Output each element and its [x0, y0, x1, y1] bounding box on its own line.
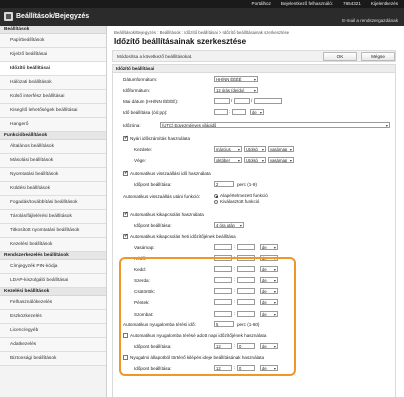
sidebar-item-store-access[interactable]: Tárolás/fájlelérési beállítások — [0, 210, 106, 224]
panel-title: Időzítő beállításai — [113, 65, 395, 73]
date-day-input[interactable] — [234, 98, 250, 104]
sunday-hour-input[interactable] — [214, 244, 232, 250]
info-bar: Módosítsa a következő beállításokat. OK … — [112, 50, 396, 62]
header: Beállítások/Bejegyzés E-mail a rendszerg… — [0, 8, 404, 26]
sidebar-item-accessibility[interactable]: Kisegítő lehetőségek beállításai — [0, 104, 106, 118]
sidebar-item-print[interactable]: Nyomtatási beállítások — [0, 168, 106, 182]
settings-logo-icon — [4, 12, 13, 21]
radio-selected-label: Kiválasztott funkció — [220, 199, 260, 204]
sidebar-item-network[interactable]: Hálózati beállítások — [0, 76, 106, 90]
sidebar-item-display[interactable]: Kijelző beállításai — [0, 48, 106, 62]
auto-reset-time-label: Időpont beállítása: — [134, 182, 172, 187]
dst-end-month-select[interactable]: október — [214, 157, 242, 163]
current-time-label: Idő beállítása (óó:pp): — [123, 110, 168, 115]
email-admin-link[interactable]: E-mail a rendszergazdának — [342, 17, 398, 25]
after-reset-label: Automatikus visszaállás utáni funkció: — [123, 194, 201, 199]
auto-reset-checkbox[interactable] — [123, 170, 128, 176]
login-user-label: Bejelentkező felhasználó: — [280, 1, 334, 6]
sunday-ampm-select[interactable]: de — [260, 244, 278, 250]
current-date-label: Mai dátum (HH/NN ÉÉÉÉ): — [123, 99, 179, 104]
auto-reset-input[interactable]: 2 — [214, 181, 234, 187]
dst-end-label: Vége: — [134, 158, 147, 163]
sidebar-item-security[interactable]: Biztonsági beállítások — [0, 352, 106, 366]
sidebar-item-user-management[interactable]: Felhasználókezelés — [0, 296, 106, 310]
time-format-label: Időformátum: — [123, 88, 151, 93]
sidebar-item-copy[interactable]: Másolási beállítások — [0, 154, 106, 168]
auto-off-select[interactable]: 4 óra után — [214, 222, 244, 228]
sidebar-section: Rendszerkezelés beállítások — [0, 252, 106, 260]
radio-default-label: Alapértelmezett funkció — [220, 193, 268, 198]
cancel-button[interactable]: Mégse — [361, 52, 395, 61]
page-title: Időzítő beállításainak szerkesztése — [114, 37, 247, 46]
app-brand: Beállítások/Bejegyzés — [4, 12, 89, 21]
dst-start-day-select[interactable]: vasárnap — [268, 146, 294, 152]
time-ampm-select[interactable]: de — [250, 109, 264, 115]
portal-link[interactable]: Portálhoz — [252, 1, 271, 6]
sidebar-section: Funkcióbeállítások — [0, 132, 106, 140]
weekly-timer-highlight — [119, 257, 296, 376]
sidebar-item-paper[interactable]: Papírbeállítások — [0, 34, 106, 48]
sidebar-section: Kezelési beállítások — [0, 288, 106, 296]
info-message: Módosítsa a következő beállításokat. — [117, 54, 193, 59]
sunday-minute-input[interactable] — [237, 244, 255, 250]
date-format-select[interactable]: HH/NN ÉÉÉÉ — [214, 76, 258, 82]
dst-start-label: Kezdete: — [134, 147, 153, 152]
auto-reset-label: Automatikus visszaállási idő használata — [130, 171, 211, 176]
day-label-sunday: Vasárnap: — [134, 245, 155, 250]
sidebar-item-timer[interactable]: Időzítő beállításai — [0, 62, 106, 76]
weekly-off-checkbox[interactable] — [123, 233, 128, 239]
date-format-label: Dátumformátum: — [123, 77, 158, 82]
sidebar-item-device-management[interactable]: Eszközkezelés — [0, 310, 106, 324]
date-month-input[interactable] — [214, 98, 230, 104]
sidebar-item-license[interactable]: Licenc/egyéb — [0, 324, 106, 338]
time-separator: : — [234, 244, 236, 249]
sidebar-item-address-pin[interactable]: Címjegyzék PIN-kódja — [0, 260, 106, 274]
sidebar-item-general[interactable]: Általános beállítások — [0, 140, 106, 154]
timezone-label: Időzóna: — [123, 123, 141, 128]
app-title: Beállítások/Bejegyzés — [16, 13, 90, 20]
sidebar: Beállítások Papírbeállítások Kijelző beá… — [0, 26, 107, 397]
sidebar-item-ldap[interactable]: LDAP-kiszolgáló beállításai — [0, 274, 106, 288]
auto-off-time-label: Időpont beállítása: — [134, 223, 172, 228]
time-minute-input[interactable] — [232, 109, 246, 115]
time-format-select[interactable]: 12 órás (de/du) — [214, 87, 258, 93]
dst-start-month-select[interactable]: március — [214, 146, 242, 152]
dst-end-week-select[interactable]: Utolsó — [244, 157, 266, 163]
time-separator: : — [229, 109, 231, 114]
logout-link[interactable]: Kijelentkezés — [371, 1, 398, 6]
sidebar-item-data-management[interactable]: Adatkezelés — [0, 338, 106, 352]
timezone-select[interactable]: (UTC) Egyezményes világidő — [160, 122, 390, 128]
sidebar-section: Beállítások — [0, 26, 106, 34]
weekly-off-label: Automatikus kikapcsolás heti időzítőjéne… — [130, 234, 236, 239]
auto-off-label: Automatikus kikapcsolás használata — [130, 212, 204, 217]
time-hour-input[interactable] — [214, 109, 228, 115]
auto-off-checkbox[interactable] — [123, 211, 128, 217]
sidebar-item-external-interface[interactable]: Külső interfész beállításai — [0, 90, 106, 104]
dst-label: Nyári időszámítás használata — [130, 136, 191, 141]
breadcrumb: Beállítások/Bejegyzés : Beállítások : Id… — [114, 30, 290, 35]
sidebar-item-send[interactable]: Küldési beállítások — [0, 182, 106, 196]
dst-checkbox[interactable] — [123, 135, 128, 141]
radio-selected-function[interactable] — [214, 200, 218, 204]
date-separator: / — [251, 98, 253, 103]
date-separator: / — [231, 98, 233, 103]
sidebar-item-secure-print[interactable]: Titkosított nyomtatási beállítások — [0, 224, 106, 238]
user-id: 7654321 — [343, 1, 361, 6]
sidebar-item-management[interactable]: Kezelési beállítások — [0, 238, 106, 252]
ok-button[interactable]: OK — [323, 52, 357, 61]
auto-reset-unit: perc (1-9) — [237, 182, 257, 187]
date-year-input[interactable] — [254, 98, 282, 104]
dst-start-week-select[interactable]: Utolsó — [244, 146, 266, 152]
radio-default-function[interactable] — [214, 194, 218, 198]
dst-end-day-select[interactable]: vasárnap — [268, 157, 294, 163]
sidebar-item-receive-forward[interactable]: Fogadás/továbbítási beállítások — [0, 196, 106, 210]
sidebar-item-volume[interactable]: Hangerő — [0, 118, 106, 132]
top-bar: Portálhoz Bejelentkező felhasználó: 7654… — [0, 0, 404, 8]
